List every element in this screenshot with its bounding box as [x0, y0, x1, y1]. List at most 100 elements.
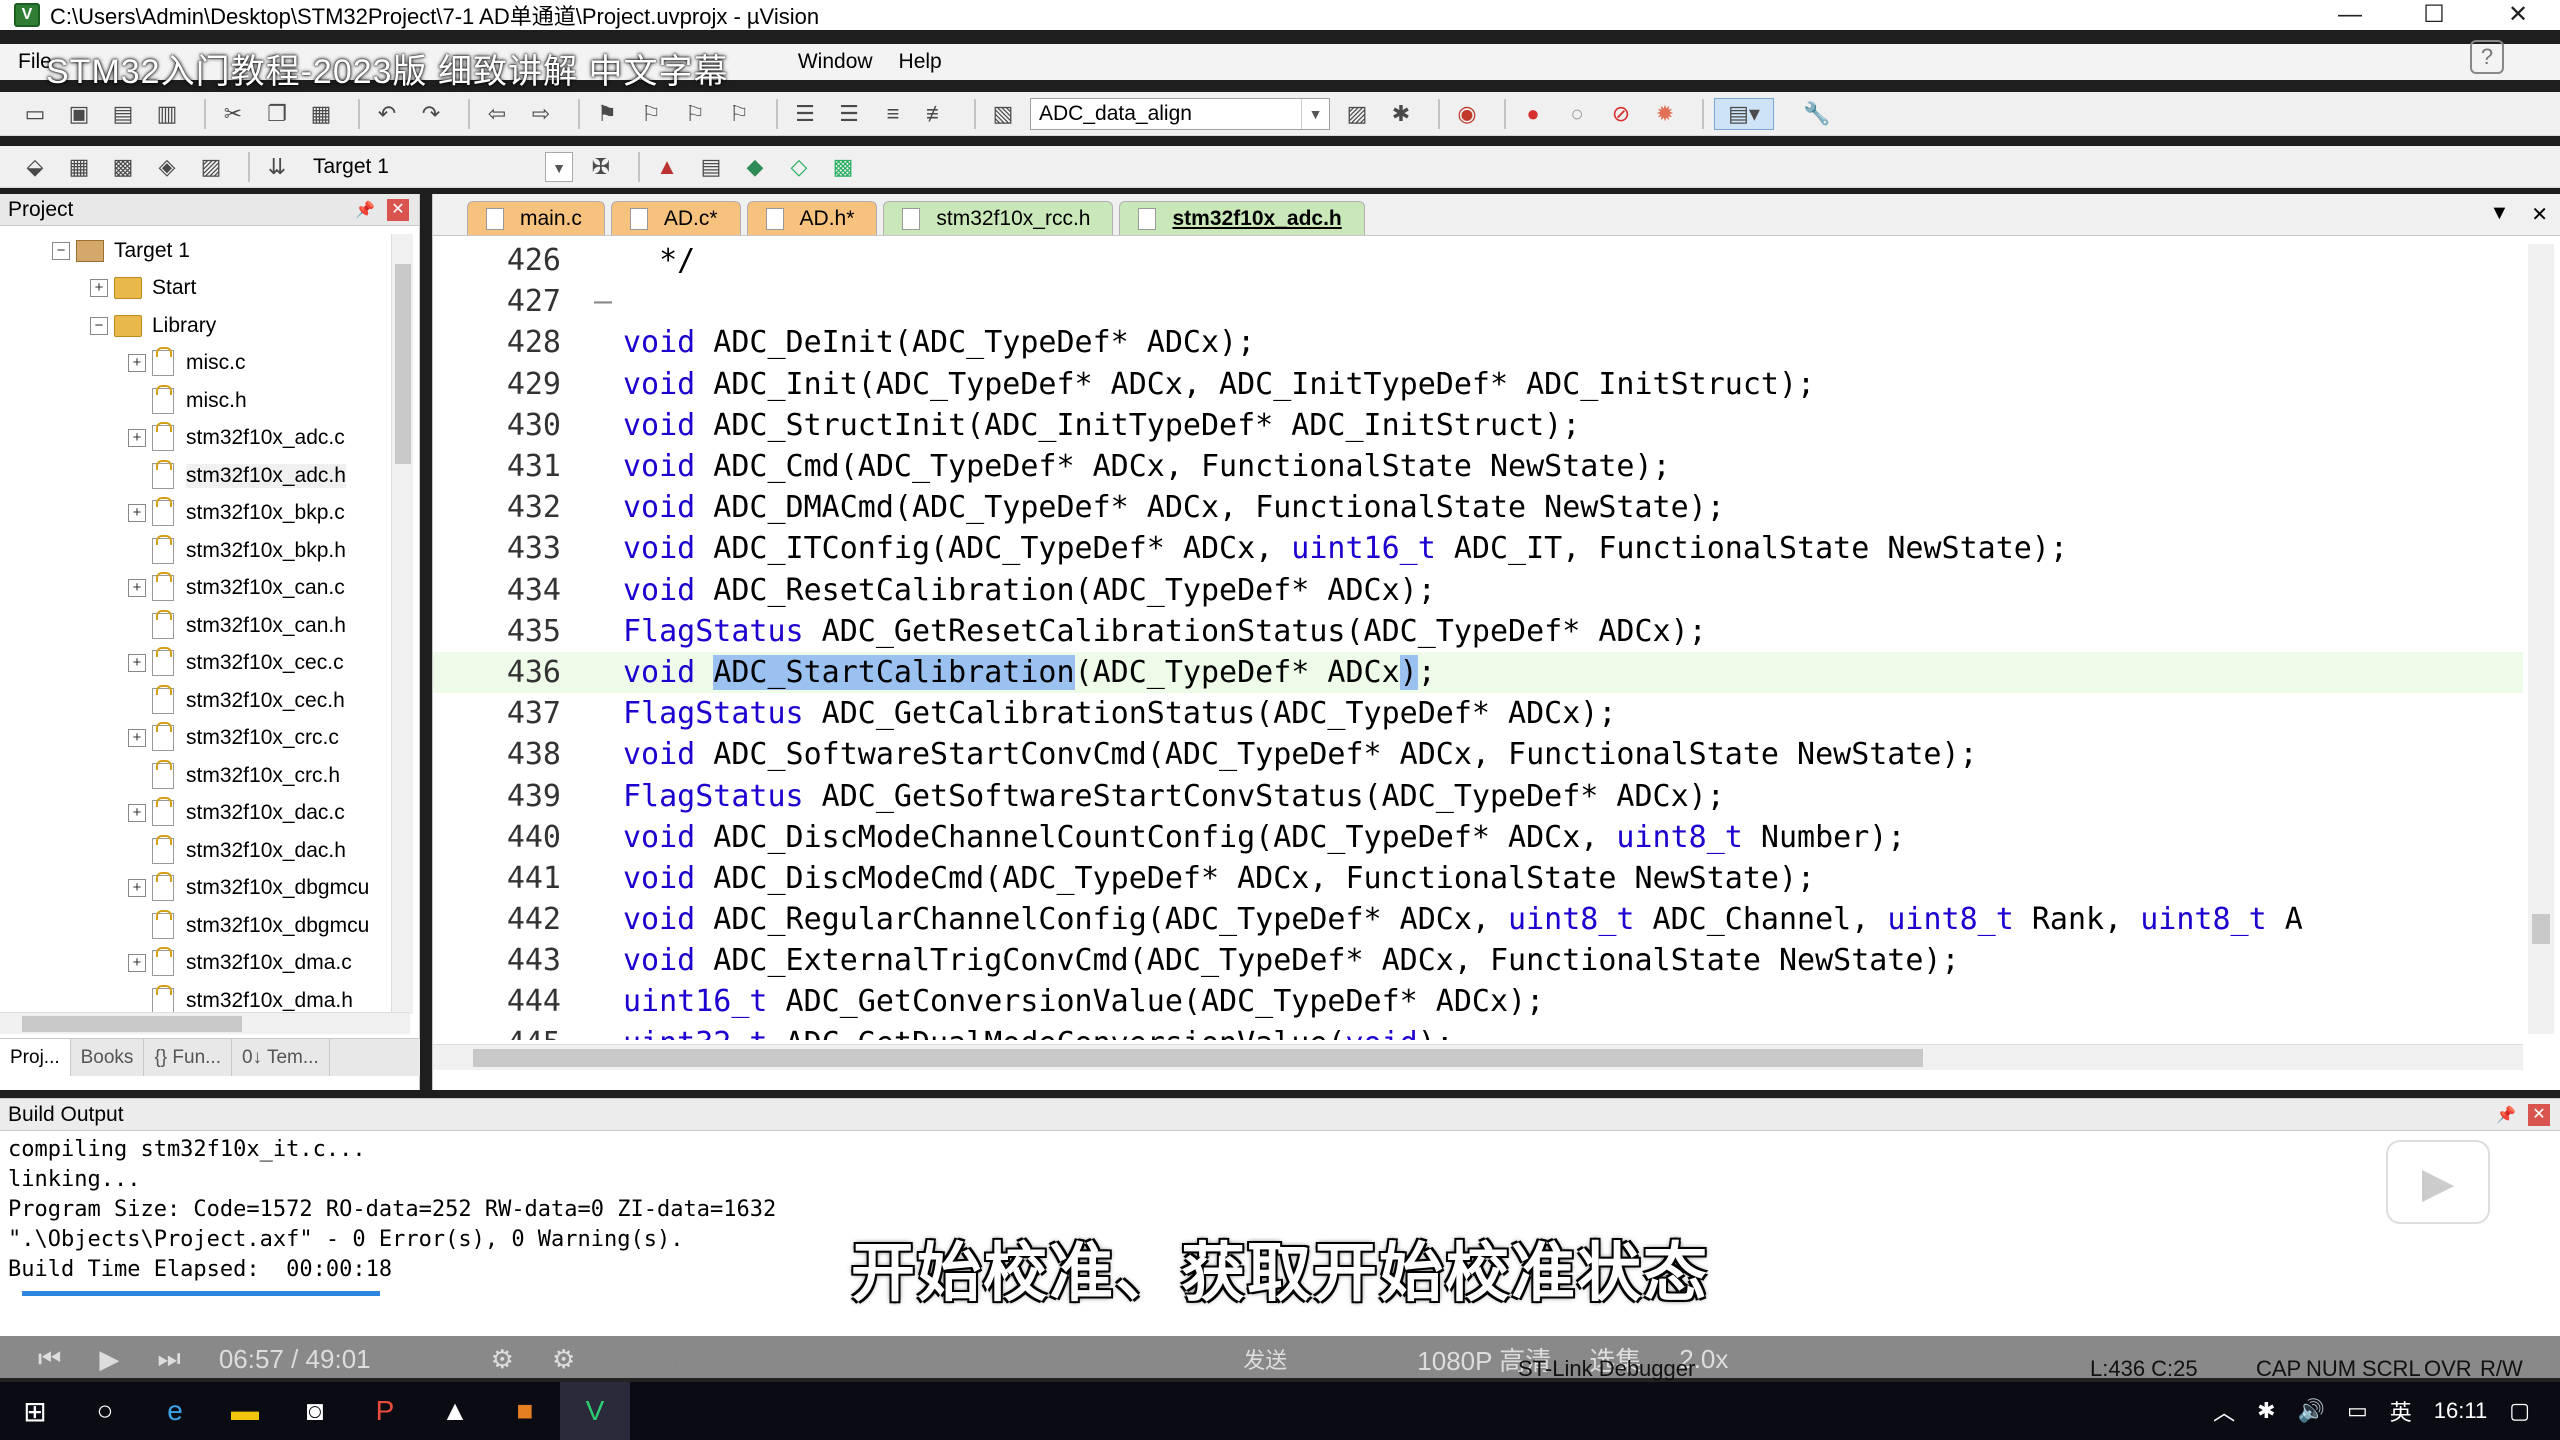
code-line[interactable]: 437 FlagStatus ADC_GetCalibrationStatus(A… [433, 693, 2523, 734]
tree-item[interactable]: stm32f10x_dma.h [0, 982, 400, 1012]
tree-item[interactable]: + Start [0, 270, 400, 308]
expand-icon[interactable]: + [128, 504, 146, 523]
danmaku-settings-icon[interactable]: ⚙ [552, 1344, 575, 1375]
expand-icon[interactable]: + [128, 804, 146, 823]
kill-breakpoints-icon[interactable]: ✹ [1648, 98, 1682, 130]
chevron-up-icon[interactable]: ︿ [2213, 1395, 2235, 1427]
download-icon[interactable]: ⇊ [260, 151, 294, 183]
pack-installer-icon[interactable]: ◇ [782, 151, 816, 183]
select-packs-icon[interactable]: ▩ [826, 151, 860, 183]
camera-app-icon[interactable]: ◙ [280, 1382, 350, 1440]
battery-icon[interactable]: ▭ [2347, 1398, 2368, 1424]
comment-icon[interactable]: ≡ [876, 98, 910, 130]
play-icon[interactable]: ▶ [2386, 1140, 2490, 1224]
notification-icon[interactable]: ▢ [2509, 1398, 2530, 1424]
project-vertical-scrollbar[interactable] [391, 234, 413, 1014]
indent-icon[interactable]: ☰ [788, 98, 822, 130]
tree-item[interactable]: stm32f10x_dac.h [0, 832, 400, 870]
code-line[interactable]: 436 void ADC_StartCalibration(ADC_TypeDef… [433, 651, 2523, 694]
manage-components-icon[interactable]: ▤ [694, 151, 728, 183]
code-line[interactable]: 442 void ADC_RegularChannelConfig(ADC_Typ… [433, 899, 2523, 940]
debug-session-icon[interactable]: ◉ [1450, 98, 1484, 130]
chevron-down-icon[interactable]: ▼ [545, 151, 573, 182]
minimize-button[interactable]: — [2308, 0, 2392, 30]
batch-build-icon[interactable]: ◈ [150, 151, 184, 183]
code-line[interactable]: 432 void ADC_DMACmd(ADC_TypeDef* ADCx, Fu… [433, 487, 2523, 528]
breakpoint-icon[interactable]: ● [1516, 98, 1550, 130]
search-icon[interactable]: ○ [70, 1382, 140, 1440]
save-all-icon[interactable]: ▥ [150, 98, 184, 130]
code-line[interactable]: 435 FlagStatus ADC_GetResetCalibrationSta… [433, 611, 2523, 652]
find-combo[interactable]: ADC_data_align ▼ [1030, 97, 1330, 130]
tree-item[interactable]: misc.h [0, 382, 400, 420]
code-area[interactable]: 426 */427–428 void ADC_DeInit(ADC_TypeDef… [433, 240, 2523, 1040]
tree-item[interactable]: + stm32f10x_crc.c [0, 720, 400, 758]
close-icon[interactable]: ✕ [2528, 1103, 2550, 1126]
editor-vertical-scrollbar[interactable] [2528, 244, 2554, 1034]
expand-icon[interactable]: + [128, 879, 146, 898]
undo-icon[interactable]: ↶ [370, 98, 404, 130]
next-bookmark-icon[interactable]: ⚐ [678, 98, 712, 130]
tree-item[interactable]: − Library [0, 307, 400, 345]
uncomment-icon[interactable]: ≢ [920, 98, 954, 130]
code-line[interactable]: 440 void ADC_DiscModeChannelCountConfig(A… [433, 817, 2523, 858]
tree-item[interactable]: + stm32f10x_dma.c [0, 945, 400, 983]
editor-tab[interactable]: stm32f10x_rcc.h [883, 201, 1114, 235]
volume-icon[interactable]: 🔊 [2298, 1398, 2325, 1424]
next-video-icon[interactable]: ⏭ [157, 1343, 180, 1375]
new-file-icon[interactable]: ▭ [18, 98, 52, 130]
code-line[interactable]: 429 void ADC_Init(ADC_TypeDef* ADCx, ADC_… [433, 364, 2523, 405]
play-pause-icon[interactable]: ▶ [99, 1344, 119, 1375]
clear-bookmarks-icon[interactable]: ⚐ [722, 98, 756, 130]
configure-icon[interactable]: 🔧 [1800, 98, 1834, 130]
photos-icon[interactable]: ▲ [420, 1382, 490, 1440]
collapse-icon[interactable]: − [90, 316, 108, 335]
clock[interactable]: 16:11 [2434, 1398, 2487, 1424]
collapse-icon[interactable]: − [52, 241, 70, 260]
code-line[interactable]: 439 FlagStatus ADC_GetSoftwareStartConvSt… [433, 775, 2523, 816]
find-in-files-icon[interactable]: ▧ [986, 98, 1020, 130]
expand-icon[interactable]: + [128, 429, 146, 448]
tree-item[interactable]: + stm32f10x_cec.c [0, 645, 400, 683]
tree-item[interactable]: + stm32f10x_dac.c [0, 795, 400, 833]
expand-icon[interactable]: + [90, 279, 108, 298]
code-line[interactable]: 444 uint16_t ADC_GetConversionValue(ADC_T… [433, 981, 2523, 1022]
tree-item[interactable]: stm32f10x_bkp.h [0, 532, 400, 570]
code-line[interactable]: 438 void ADC_SoftwareStartConvCmd(ADC_Typ… [433, 734, 2523, 775]
tree-item[interactable]: stm32f10x_can.h [0, 607, 400, 645]
expand-icon[interactable]: + [128, 654, 146, 673]
prev-video-icon[interactable]: ⏮ [38, 1343, 61, 1375]
close-icon[interactable]: ✕ [387, 198, 409, 221]
tree-item[interactable]: stm32f10x_dbgmcu [0, 907, 400, 945]
menu-window[interactable]: Window [798, 50, 873, 74]
tree-item[interactable]: + misc.c [0, 345, 400, 383]
incremental-find-icon[interactable]: ✱ [1384, 98, 1418, 130]
maximize-button[interactable]: ☐ [2392, 0, 2476, 30]
tree-item[interactable]: stm32f10x_cec.h [0, 682, 400, 720]
tree-item[interactable]: + stm32f10x_dbgmcu [0, 870, 400, 908]
open-folder-icon[interactable]: ▣ [62, 98, 96, 130]
editor-tab[interactable]: main.c [467, 201, 605, 235]
stop-build-icon[interactable]: ▨ [194, 151, 228, 183]
help-icon[interactable]: ? [2470, 40, 2504, 74]
edge-browser-icon[interactable]: e [140, 1382, 210, 1440]
tree-item[interactable]: − Target 1 [0, 232, 400, 270]
build-icon[interactable]: ▦ [62, 151, 96, 183]
network-icon[interactable]: ✱ [2257, 1398, 2275, 1424]
save-icon[interactable]: ▤ [106, 98, 140, 130]
editor-tab[interactable]: AD.h* [746, 201, 878, 235]
tab-list-icon[interactable]: ▼ [2489, 202, 2509, 227]
scrollbar-thumb[interactable] [22, 1016, 242, 1032]
tree-item[interactable]: stm32f10x_adc.h [0, 457, 400, 495]
menu-help[interactable]: Help [899, 50, 942, 74]
nav-forward-icon[interactable]: ⇨ [524, 98, 558, 130]
window-layout-icon[interactable]: ▤▾ [1714, 97, 1774, 130]
copy-icon[interactable]: ❐ [260, 98, 294, 130]
expand-icon[interactable]: + [128, 354, 146, 373]
project-bottom-tab[interactable]: {} Fun... [144, 1039, 232, 1076]
scrollbar-thumb[interactable] [395, 264, 411, 464]
cut-icon[interactable]: ✂ [216, 98, 250, 130]
project-horizontal-scrollbar[interactable] [0, 1012, 410, 1034]
chevron-down-icon[interactable]: ▼ [1301, 98, 1329, 129]
bookmark-icon[interactable]: ⚑ [590, 98, 624, 130]
